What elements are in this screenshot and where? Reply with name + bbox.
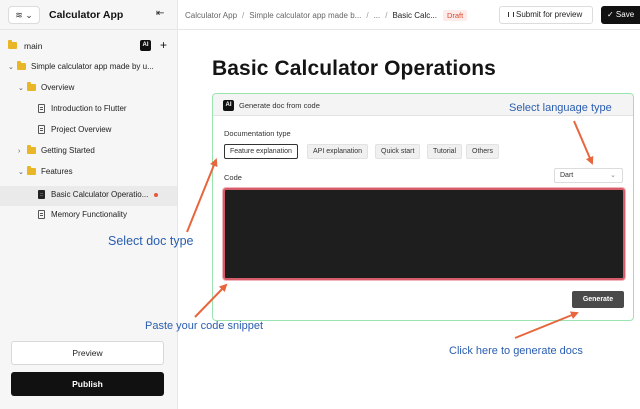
folder-icon [27,145,36,155]
folder-icon [17,61,26,71]
tree-item-overview[interactable]: ⌄ Overview [18,82,176,101]
tree-item-root[interactable]: ⌄ Simple calculator app made by u... [8,61,176,80]
chevron-down-icon: ⌄ [8,64,14,71]
collapse-sidebar-icon[interactable]: ⇤ [156,8,164,19]
document-icon [38,190,45,200]
doc-type-tutorial[interactable]: Tutorial [427,144,463,159]
folder-icon [8,40,17,50]
generate-doc-card: AI Generate doc from code Documentation … [212,93,634,321]
tree-item-label: Overview [41,83,75,92]
branch-label: main [24,41,43,51]
status-badge: Draft [442,10,468,21]
chevron-down-icon: ⌄ [18,169,24,176]
submit-for-preview-button[interactable]: Submit for preview [499,6,593,24]
annotation-generate-docs: Click here to generate docs [449,345,583,357]
topbar: Calculator App / Simple calculator app mad… [178,0,640,30]
publish-button[interactable]: Publish [11,372,164,396]
save-button[interactable]: ✓ Save [601,6,640,24]
add-page-icon[interactable]: + [160,38,167,52]
preview-button[interactable]: Preview [11,341,164,365]
chevron-down-icon: ⌄ [610,172,616,179]
doc-type-feature-explanation[interactable]: Feature explanation [224,144,298,159]
chevron-right-icon: › [18,148,21,155]
tree-item-label: Features [41,167,73,176]
annotation-select-language: Select language type [509,102,612,114]
tree-item-label: Simple calculator app made by u... [31,62,154,71]
folder-icon [27,82,36,92]
tree-item-features[interactable]: ⌄ Features [18,166,176,185]
tree-item-label: Project Overview [51,125,112,134]
language-select[interactable]: Dart ⌄ [554,168,623,183]
doc-type-label: Documentation type [224,129,291,138]
tree-item-label: Memory Functionality [51,210,128,219]
ai-icon[interactable]: AI [140,40,151,51]
unsaved-indicator [154,192,159,197]
tree-item-introduction[interactable]: Introduction to Flutter [38,104,176,122]
generate-button[interactable]: Generate [572,291,624,308]
breadcrumb: Calculator App / Simple calculator app mad… [185,10,468,21]
annotation-select-doc-type: Select doc type [108,234,194,248]
sidebar: ≋ ⌄ Calculator App ⇤ main AI + ⌄ Simple c… [0,0,178,409]
tree-item-getting-started[interactable]: › Getting Started [18,145,176,164]
card-title: Generate doc from code [239,101,320,110]
branch-row[interactable]: main AI + [8,38,173,54]
tree-item-label: Introduction to Flutter [51,104,127,113]
folder-icon [27,166,36,176]
tree-item-basic-calculator[interactable]: Basic Calculator Operatio... [0,186,177,206]
doc-type-api-explanation[interactable]: API explanation [307,144,369,159]
annotation-paste-code: Paste your code snippet [145,320,264,332]
code-editor[interactable] [223,188,625,280]
tree-item-label: Basic Calculator Operatio... [51,190,149,199]
sidebar-header: ≋ ⌄ Calculator App ⇤ [0,0,178,30]
document-icon [38,125,45,135]
breadcrumb-item[interactable]: Calculator App [185,11,237,20]
document-icon [38,104,45,114]
workspace-switcher-button[interactable]: ≋ ⌄ [8,6,40,24]
page-title: Basic Calculator Operations [212,57,496,80]
chevron-down-icon: ⌄ [18,85,24,92]
doc-type-quick-start[interactable]: Quick start [375,144,421,159]
ai-icon: AI [223,100,234,111]
document-icon [38,210,45,220]
breadcrumb-item[interactable]: Simple calculator app made b... [249,11,361,20]
breadcrumb-item[interactable]: ... [374,11,381,20]
tree-item-label: Getting Started [41,146,95,155]
tree-item-project-overview[interactable]: Project Overview [38,125,176,143]
tree-item-memory[interactable]: Memory Functionality [38,210,176,228]
page: ≋ ⌄ Calculator App ⇤ main AI + ⌄ Simple c… [0,0,640,409]
code-label: Code [224,173,242,182]
app-title: Calculator App [49,9,124,21]
language-value: Dart [560,172,574,179]
doc-type-others[interactable]: Others [466,144,500,159]
breadcrumb-current: Basic Calc... [392,11,437,20]
